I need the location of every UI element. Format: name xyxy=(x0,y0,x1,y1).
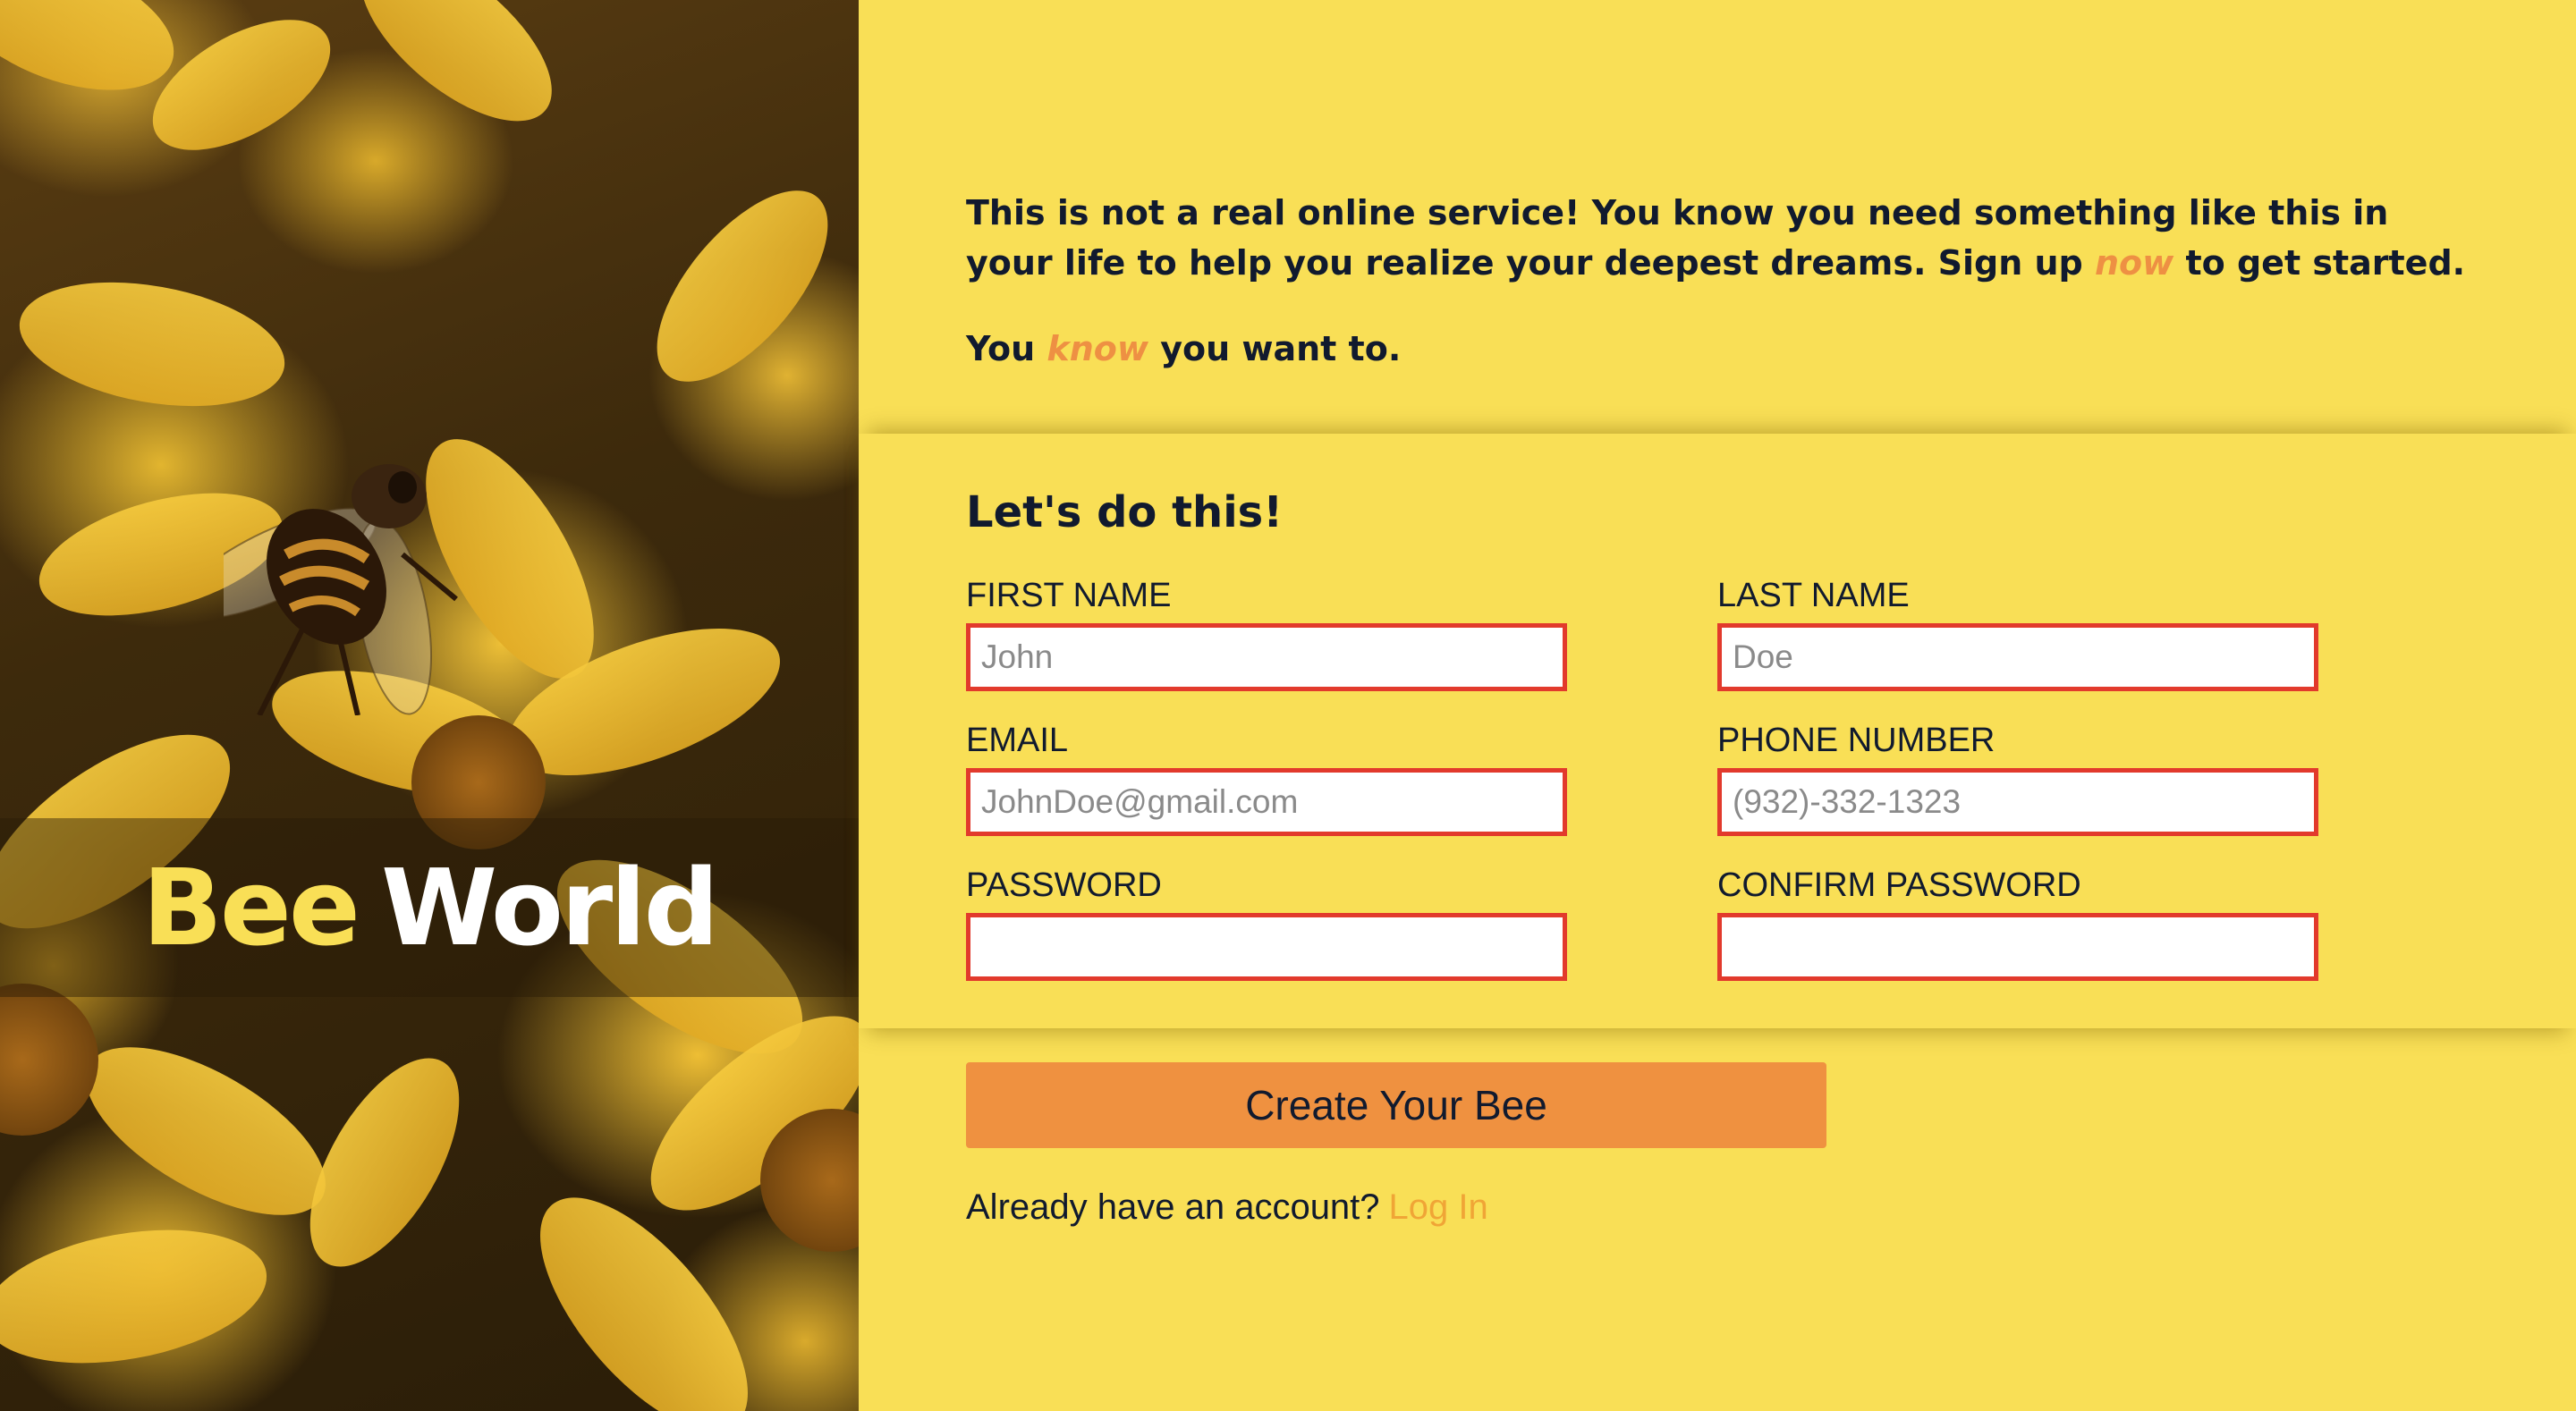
intro-text-part: to get started. xyxy=(2174,243,2466,283)
brand-title-bee: Bee xyxy=(141,846,360,969)
password-field: PASSWORD xyxy=(966,865,1567,981)
flower-petal xyxy=(60,1013,352,1249)
flower-petal xyxy=(332,0,580,152)
email-label: EMAIL xyxy=(966,722,1069,759)
login-prompt-text: Already have an account? xyxy=(966,1187,1380,1227)
flower-petal xyxy=(9,263,295,426)
intro-accent-now: now xyxy=(2094,243,2174,283)
brand-title: Bee World xyxy=(0,818,859,997)
confirm-password-label: CONFIRM PASSWORD xyxy=(1717,866,2081,904)
create-bee-button[interactable]: Create Your Bee xyxy=(966,1062,1826,1148)
flower-petal xyxy=(0,1210,277,1383)
last-name-field: LAST NAME xyxy=(1717,575,2318,691)
flower-center xyxy=(0,984,98,1136)
bee-icon xyxy=(224,464,458,715)
password-input[interactable] xyxy=(966,913,1567,981)
intro-accent-know: know xyxy=(1046,329,1148,368)
flower-petal xyxy=(504,1164,784,1411)
password-label: PASSWORD xyxy=(966,866,1162,904)
intro-text: This is not a real online service! You k… xyxy=(966,188,2487,374)
first-name-input[interactable] xyxy=(966,623,1567,691)
page: Bee World This is not a real online serv… xyxy=(0,0,2576,1411)
intro-text-part: You xyxy=(966,329,1047,368)
phone-input[interactable] xyxy=(1717,768,2318,836)
confirm-password-input[interactable] xyxy=(1717,913,2318,981)
flower-petal xyxy=(626,162,859,410)
intro-paragraph-1: This is not a real online service! You k… xyxy=(966,188,2487,288)
last-name-label: LAST NAME xyxy=(1717,577,1910,614)
first-name-label: FIRST NAME xyxy=(966,577,1172,614)
signup-panel: This is not a real online service! You k… xyxy=(859,0,2576,1411)
email-input[interactable] xyxy=(966,768,1567,836)
form-title: Let's do this! xyxy=(966,487,1284,537)
intro-text-part: you want to. xyxy=(1148,329,1402,368)
hero-image: Bee World xyxy=(0,0,859,1411)
intro-paragraph-2: You know you want to. xyxy=(966,324,2487,374)
phone-field: PHONE NUMBER xyxy=(1717,720,2318,836)
confirm-password-field: CONFIRM PASSWORD xyxy=(1717,865,2318,981)
email-field: EMAIL xyxy=(966,720,1567,836)
login-prompt: Already have an account? Log In xyxy=(966,1187,1488,1228)
signup-form: Let's do this! FIRST NAME LAST NAME EMAI… xyxy=(859,434,2576,1028)
login-link[interactable]: Log In xyxy=(1389,1187,1488,1227)
last-name-input[interactable] xyxy=(1717,623,2318,691)
first-name-field: FIRST NAME xyxy=(966,575,1567,691)
brand-title-world: World xyxy=(380,846,719,969)
phone-label: PHONE NUMBER xyxy=(1717,722,1996,759)
